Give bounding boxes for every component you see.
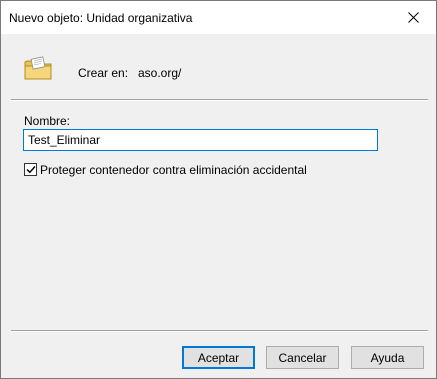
separator-bottom <box>11 330 428 332</box>
dialog-title: Nuevo objeto: Unidad organizativa <box>9 11 193 25</box>
title-bar[interactable]: Nuevo objeto: Unidad organizativa <box>1 1 436 34</box>
create-in-label: Crear en: <box>78 66 129 80</box>
help-button[interactable]: Ayuda <box>351 346 424 369</box>
ok-button[interactable]: Aceptar <box>182 346 255 369</box>
checkmark-icon <box>26 166 36 174</box>
protect-checkbox[interactable] <box>24 163 37 176</box>
cancel-button[interactable]: Cancelar <box>266 346 339 369</box>
protect-checkbox-label[interactable]: Proteger contenedor contra eliminación a… <box>40 163 307 177</box>
close-icon <box>408 12 419 23</box>
separator-top <box>11 99 428 101</box>
close-button[interactable] <box>391 1 436 34</box>
name-input[interactable] <box>23 129 378 151</box>
dialog-window: Nuevo objeto: Unidad organizativa Crear … <box>0 0 437 379</box>
create-in-path: aso.org/ <box>138 66 182 80</box>
name-label: Nombre: <box>24 114 71 128</box>
organizational-unit-folder-icon <box>24 56 52 80</box>
